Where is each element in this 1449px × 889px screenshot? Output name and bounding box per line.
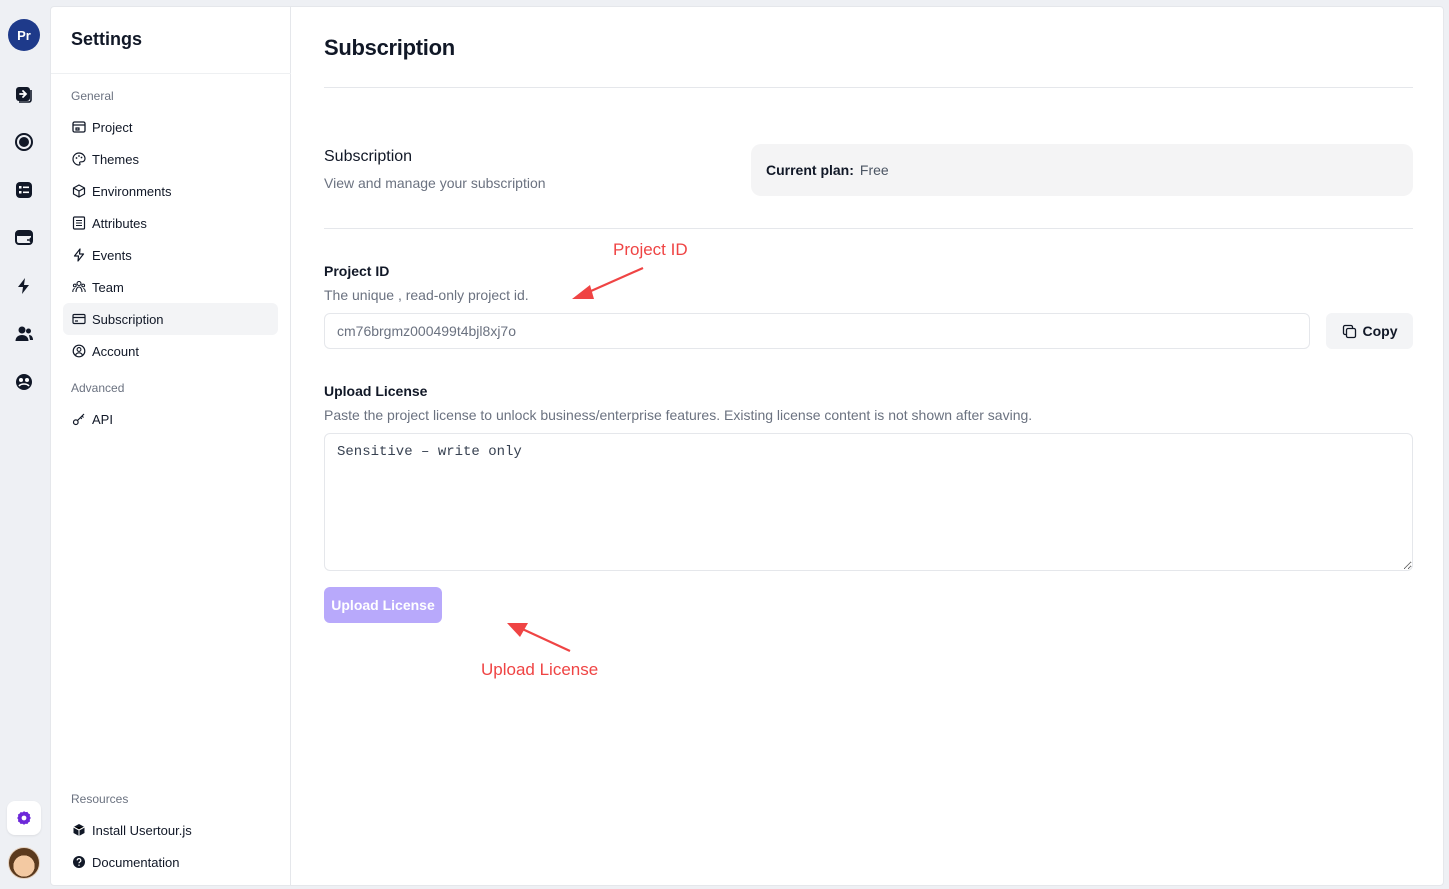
- key-icon: [72, 413, 85, 426]
- settings-button[interactable]: [7, 801, 41, 835]
- sidebar-item-environments[interactable]: Environments: [63, 175, 278, 207]
- sidebar-divider: [51, 73, 291, 74]
- upload-license-button[interactable]: Upload License: [324, 587, 442, 623]
- group-label-general: General: [71, 89, 114, 103]
- events-icon[interactable]: [12, 274, 36, 298]
- sidebar-item-label: API: [92, 411, 113, 427]
- sidebar-item-install-usertour[interactable]: Install Usertour.js: [63, 814, 278, 846]
- sidebar-item-label: Install Usertour.js: [92, 822, 192, 838]
- project-id-description: The unique , read-only project id.: [324, 287, 529, 303]
- annotation-project-id: Project ID: [613, 240, 688, 259]
- project-id-field[interactable]: [324, 313, 1310, 349]
- user-avatar[interactable]: [8, 847, 40, 879]
- sidebar-item-label: Themes: [92, 151, 139, 167]
- annotation-arrow-upload-license: [507, 623, 571, 652]
- account-icon: [72, 344, 86, 358]
- cube-icon: [72, 184, 86, 198]
- sidebar-item-account[interactable]: Account: [63, 335, 278, 367]
- sidebar-item-api[interactable]: API: [63, 403, 278, 435]
- sidebar-item-label: Events: [92, 247, 132, 263]
- subscription-section-description: View and manage your subscription: [324, 175, 546, 191]
- copy-button[interactable]: Copy: [1326, 313, 1413, 349]
- bolt-icon: [73, 248, 85, 262]
- sidebar-item-attributes[interactable]: Attributes: [63, 207, 278, 239]
- sidebar-item-events[interactable]: Events: [63, 239, 278, 271]
- checklists-icon[interactable]: [12, 130, 36, 154]
- users-icon[interactable]: [12, 322, 36, 346]
- subscription-section-title: Subscription: [324, 148, 413, 165]
- project-id-label: Project ID: [324, 263, 390, 279]
- banners-icon[interactable]: [12, 226, 36, 250]
- sidebar-item-team[interactable]: Team: [63, 271, 278, 303]
- sidebar-item-label: Subscription: [92, 311, 164, 327]
- section-divider: [324, 228, 1413, 229]
- companies-icon[interactable]: [12, 370, 36, 394]
- team-icon: [72, 280, 86, 293]
- page-title: Subscription: [324, 35, 455, 60]
- current-plan-label: Current plan:: [766, 162, 854, 178]
- upload-license-description: Paste the project license to unlock busi…: [324, 407, 1033, 423]
- icon-rail: Pr: [0, 0, 48, 889]
- sidebar-item-label: Project: [92, 119, 133, 135]
- card-icon: [72, 313, 86, 325]
- group-label-resources: Resources: [71, 792, 129, 806]
- title-divider: [324, 87, 1413, 88]
- settings-sidebar: Settings General Project Themes Environm…: [51, 7, 291, 885]
- upload-license-label: Upload License: [324, 383, 428, 399]
- current-plan-value: Free: [859, 162, 889, 178]
- sidebar-item-themes[interactable]: Themes: [63, 143, 278, 175]
- annotation-upload-license: Upload License: [481, 660, 599, 679]
- project-switcher-badge[interactable]: Pr: [8, 19, 40, 51]
- flows-icon[interactable]: [12, 82, 36, 106]
- copy-icon: [1342, 324, 1356, 338]
- gear-icon: [17, 811, 31, 825]
- sidebar-item-label: Account: [92, 343, 139, 359]
- sidebar-item-label: Attributes: [92, 215, 147, 231]
- project-icon: [72, 121, 86, 133]
- main-panel: Settings General Project Themes Environm…: [50, 6, 1444, 886]
- current-plan-box: Current plan: Free: [751, 144, 1413, 196]
- copy-button-label: Copy: [1362, 323, 1398, 339]
- list-icon: [72, 216, 86, 230]
- sidebar-item-label: Environments: [92, 183, 172, 199]
- palette-icon: [72, 152, 86, 166]
- sidebar-item-label: Documentation: [92, 854, 180, 870]
- annotation-arrow-project-id: [572, 266, 644, 299]
- sidebar-item-project[interactable]: Project: [63, 111, 278, 143]
- content-area: Subscription Subscription View and manag…: [324, 7, 1413, 885]
- sidebar-item-label: Team: [92, 279, 124, 295]
- package-icon: [73, 824, 85, 836]
- sidebar-item-documentation[interactable]: Documentation: [63, 846, 278, 878]
- group-label-advanced: Advanced: [71, 381, 125, 395]
- sidebar-title: Settings: [71, 29, 143, 49]
- help-icon: [73, 856, 85, 868]
- license-textarea[interactable]: [324, 433, 1413, 571]
- sidebar-item-subscription[interactable]: Subscription: [63, 303, 278, 335]
- launchers-icon[interactable]: [12, 178, 36, 202]
